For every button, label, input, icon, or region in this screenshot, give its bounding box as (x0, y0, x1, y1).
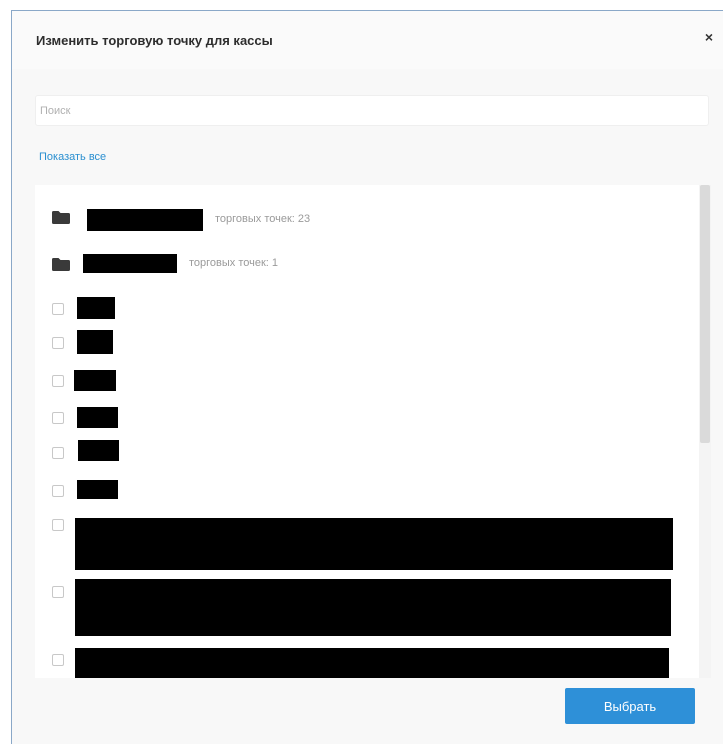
show-all-link[interactable]: Показать все (39, 151, 106, 163)
store-checkbox[interactable] (52, 375, 64, 387)
dialog-title: Изменить торговую точку для кассы (36, 33, 273, 48)
store-name-redacted (75, 579, 671, 636)
select-store-dialog: Изменить торговую точку для кассы × Пока… (11, 10, 723, 744)
dialog-header: Изменить торговую точку для кассы × (12, 11, 723, 70)
store-item[interactable] (35, 407, 695, 431)
store-list[interactable]: торговых точек: 23 торговых точек: 1 (35, 185, 711, 678)
group-store-count: торговых точек: 23 (215, 213, 311, 225)
store-item[interactable] (35, 518, 695, 570)
store-name-redacted (78, 440, 119, 461)
store-item[interactable] (35, 648, 695, 678)
scrollbar-thumb[interactable] (700, 185, 710, 443)
store-checkbox[interactable] (52, 303, 64, 315)
store-name-redacted (75, 518, 673, 570)
store-item[interactable] (35, 440, 695, 464)
store-name-redacted (74, 370, 116, 391)
store-checkbox[interactable] (52, 519, 64, 531)
store-name-redacted (75, 648, 669, 678)
store-name-redacted (77, 480, 118, 499)
store-checkbox[interactable] (52, 447, 64, 459)
group-name-redacted (87, 209, 203, 231)
search-input[interactable] (35, 95, 709, 126)
group-store-count: торговых точек: 1 (189, 257, 279, 269)
store-checkbox[interactable] (52, 586, 64, 598)
store-checkbox[interactable] (52, 337, 64, 349)
store-item[interactable] (35, 579, 695, 636)
store-checkbox[interactable] (52, 654, 64, 666)
folder-icon (52, 211, 70, 224)
group-row[interactable]: торговых точек: 23 (35, 209, 695, 231)
store-name-redacted (77, 297, 115, 319)
store-item[interactable] (35, 297, 695, 321)
group-name-redacted (83, 254, 177, 273)
select-button[interactable]: Выбрать (565, 688, 695, 724)
folder-icon (52, 258, 70, 271)
dialog-body: Показать все торговых точек: 23 торговых… (12, 69, 723, 744)
store-name-redacted (77, 407, 118, 428)
store-checkbox[interactable] (52, 412, 64, 424)
store-item[interactable] (35, 480, 695, 504)
store-item[interactable] (35, 370, 695, 394)
store-item[interactable] (35, 330, 695, 354)
group-row[interactable]: торговых точек: 1 (35, 254, 695, 274)
store-name-redacted (77, 330, 113, 354)
list-scrollbar[interactable] (699, 185, 711, 678)
close-icon[interactable]: × (701, 29, 717, 45)
store-checkbox[interactable] (52, 485, 64, 497)
